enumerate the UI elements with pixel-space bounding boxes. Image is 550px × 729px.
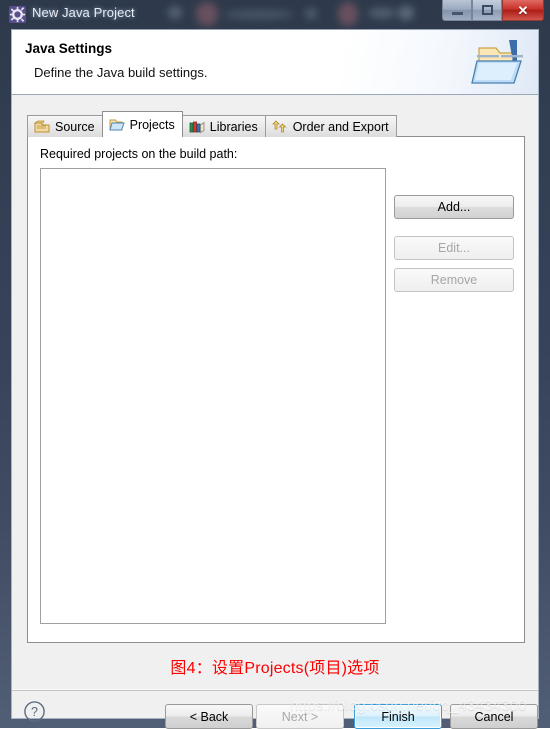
glass-blur-artifact bbox=[305, 8, 317, 19]
tab-order-and-export[interactable]: Order and Export bbox=[264, 115, 397, 137]
dialog-window: New Java Project ✕ Java Settings Define … bbox=[0, 0, 550, 729]
svg-text:?: ? bbox=[31, 705, 38, 719]
help-question-icon[interactable]: ? bbox=[23, 700, 46, 723]
minimize-button[interactable] bbox=[442, 0, 472, 21]
glass-blur-artifact bbox=[196, 2, 218, 26]
source-package-icon bbox=[34, 120, 50, 133]
glass-blur-artifact bbox=[224, 10, 294, 19]
glass-blur-artifact bbox=[168, 6, 182, 19]
glass-blur-artifact bbox=[398, 6, 414, 20]
remove-button-label: Remove bbox=[430, 273, 478, 287]
next-button-label: Next > bbox=[281, 709, 319, 724]
tab-source[interactable]: Source bbox=[27, 115, 103, 137]
back-button[interactable]: < Back bbox=[165, 704, 253, 729]
required-projects-label: Required projects on the build path: bbox=[40, 147, 238, 161]
cancel-button-label: Cancel bbox=[474, 709, 514, 724]
projects-tab-panel: Required projects on the build path: Add… bbox=[27, 136, 525, 643]
close-icon: ✕ bbox=[517, 2, 529, 18]
add-button[interactable]: Add... bbox=[394, 195, 514, 219]
edit-button-label: Edit... bbox=[438, 241, 470, 255]
figure-caption: 图4：设置Projects(项目)选项 bbox=[170, 660, 380, 677]
finish-button-label: Finish bbox=[381, 709, 415, 724]
tab-label: Order and Export bbox=[292, 119, 389, 134]
maximize-button[interactable] bbox=[472, 0, 502, 21]
window-title: New Java Project bbox=[32, 5, 135, 20]
tab-label: Libraries bbox=[209, 119, 258, 134]
add-button-label: Add... bbox=[437, 200, 471, 214]
books-icon bbox=[189, 121, 205, 134]
order-arrows-icon bbox=[271, 120, 287, 133]
minimize-icon bbox=[451, 11, 463, 15]
glass-blur-artifact bbox=[338, 2, 358, 26]
cancel-button[interactable]: Cancel bbox=[450, 704, 538, 729]
page-title: Java Settings bbox=[25, 41, 113, 56]
page-subtitle: Define the Java build settings. bbox=[34, 65, 208, 80]
back-button-label: < Back bbox=[189, 709, 229, 724]
glass-blur-artifact bbox=[368, 8, 396, 18]
finish-button[interactable]: Finish bbox=[354, 704, 442, 729]
required-projects-list[interactable] bbox=[40, 168, 386, 624]
open-folder-icon bbox=[108, 119, 125, 131]
remove-button: Remove bbox=[394, 268, 514, 292]
dialog-client-area: Java Settings Define the Java build sett… bbox=[11, 29, 539, 729]
java-project-gear-icon bbox=[9, 6, 26, 23]
tab-projects[interactable]: Projects bbox=[101, 111, 183, 137]
next-button: Next > bbox=[256, 704, 344, 729]
tab-label: Source bbox=[55, 119, 95, 134]
wizard-header: Java Settings Define the Java build sett… bbox=[12, 30, 538, 95]
tab-libraries[interactable]: Libraries bbox=[181, 115, 266, 137]
dialog-footer: ? < Back Next > Finish Cancel bbox=[12, 690, 538, 729]
java-folder-banner-icon bbox=[471, 40, 523, 84]
title-bar[interactable]: New Java Project ✕ bbox=[0, 0, 550, 29]
edit-button: Edit... bbox=[394, 236, 514, 260]
tab-label: Projects bbox=[129, 117, 175, 132]
close-button[interactable]: ✕ bbox=[502, 0, 544, 21]
maximize-icon bbox=[481, 5, 493, 15]
tab-strip[interactable]: Source Projects Libraries Order and Expo… bbox=[27, 111, 397, 137]
